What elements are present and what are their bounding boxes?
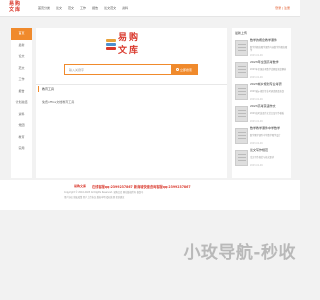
watermark-text: 小玫导航-秒收 [183, 243, 296, 263]
article-title: 2023城乡规划专业考研 [250, 82, 282, 86]
article-desc: 2023城乡规划专业考研真题及答案 [250, 90, 285, 93]
article-title: 2023年全国高考数学 [250, 60, 279, 64]
article-title: 2023高考英语作文 [250, 104, 276, 108]
nav-item[interactable]: 范文 [68, 6, 74, 10]
sidebar-item[interactable]: 教育 [11, 132, 32, 144]
article-date: 2023-01-06 [250, 164, 263, 167]
search-input[interactable] [65, 65, 171, 74]
main-nav: 首页分类 论文 范文 工作 报告 论文范文 资料 [38, 6, 128, 10]
search-bar: 立即搜索 [64, 64, 198, 75]
sidebar-item[interactable]: 资料 [11, 109, 32, 121]
nav-item[interactable]: 论文范文 [104, 6, 116, 10]
article-date: 2023-01-06 [250, 120, 263, 123]
document-thumbnail [235, 62, 248, 78]
nav-item[interactable]: 论文 [56, 6, 62, 10]
book-stack-icon [106, 39, 116, 53]
category-sidebar: 首页 最新 论文 范文 工作 报告 计划总结 资料 党团 教育 实用 [11, 28, 32, 178]
search-button-label: 立即搜索 [179, 67, 192, 72]
main-logo: 易购 文库 [106, 33, 156, 59]
article-date: 2023-01-06 [250, 98, 263, 101]
nav-item[interactable]: 工作 [80, 6, 86, 10]
footer-contact: 在线客服qq:2399237867 新商城快速咨询客服qq:2399237867 [92, 185, 191, 189]
article-date: 2023-01-06 [250, 54, 263, 57]
article-desc: 数学的概念教学课件内容数学的概念教学 [250, 46, 288, 52]
sidebar-item[interactable]: 最新 [11, 40, 32, 52]
sidebar-item[interactable]: 党团 [11, 120, 32, 132]
document-thumbnail [235, 40, 248, 56]
section-title: 教育工具 [38, 86, 54, 92]
panel-title: 最新上传 [235, 31, 248, 35]
article-item[interactable]: 2023城乡规划专业考研 2023城乡规划专业考研真题及答案 2023-01-0… [235, 82, 288, 101]
sidebar-item[interactable]: 论文 [11, 51, 32, 63]
footer-links[interactable]: 用户协议 隐私政策 用户上传协议 版权申明 侵权处理 投诉建议 [64, 195, 124, 199]
main-logo-line-2: 文库 [118, 46, 141, 56]
article-item[interactable]: 数学教学课件中学数学 数学教学课件中学数学教学设计 2023-01-06 [235, 126, 288, 145]
sidebar-item-home[interactable]: 首页 [11, 28, 32, 40]
article-desc: 论文写作规范与格式要求 [250, 156, 275, 159]
sidebar-item[interactable]: 实用 [11, 143, 32, 155]
section-text: 免费office文档教育工具 [42, 100, 75, 104]
main-content: 易购 文库 立即搜索 教育工具 免费office文档教育工具 [36, 28, 227, 178]
divider [36, 84, 227, 85]
article-item[interactable]: 论文写作规范 论文写作规范与格式要求 2023-01-06 [235, 148, 288, 167]
article-item[interactable]: 2023高考英语作文 2023高考英语作文范文及写作模板 2023-01-06 [235, 104, 288, 123]
footer-copyright: Copyright © 2016-2023 All Rights Reserve… [64, 191, 144, 194]
article-desc: 2023年全国高考数学试题及答案解析 [250, 68, 287, 71]
nav-item[interactable]: 资料 [122, 6, 128, 10]
document-thumbnail [235, 128, 248, 144]
footer-logo: 易购文库 [74, 184, 87, 188]
search-button[interactable]: 立即搜索 [171, 65, 197, 74]
latest-uploads-panel: 最新上传 数学的概念教学课件 数学的概念教学课件内容数学的概念教学 2023-0… [232, 28, 291, 178]
nav-item[interactable]: 报告 [92, 6, 98, 10]
article-item[interactable]: 数学的概念教学课件 数学的概念教学课件内容数学的概念教学 2023-01-06 [235, 38, 288, 57]
login-register-link[interactable]: 登录 | 注册 [275, 6, 290, 10]
article-date: 2023-01-06 [250, 142, 263, 145]
article-title: 数学教学课件中学数学 [250, 126, 281, 130]
search-icon [175, 68, 179, 71]
top-bar: 易购 文库 首页分类 论文 范文 工作 报告 论文范文 资料 登录 | 注册 [0, 0, 300, 17]
document-thumbnail [235, 84, 248, 100]
article-date: 2023-01-06 [250, 76, 263, 79]
main-logo-line-1: 易购 [118, 33, 141, 43]
article-desc: 2023高考英语作文范文及写作模板 [250, 112, 285, 115]
article-item[interactable]: 2023年全国高考数学 2023年全国高考数学试题及答案解析 2023-01-0… [235, 60, 288, 79]
nav-item[interactable]: 首页分类 [38, 6, 50, 10]
article-title: 论文写作规范 [250, 148, 269, 152]
sidebar-item[interactable]: 报告 [11, 86, 32, 98]
site-footer: 易购文库 在线客服qq:2399237867 新商城快速咨询客服qq:23992… [0, 180, 300, 210]
logo-line-2: 文库 [9, 7, 22, 13]
document-thumbnail [235, 106, 248, 122]
article-title: 数学的概念教学课件 [250, 38, 278, 42]
article-desc: 数学教学课件中学数学教学设计 [250, 134, 281, 137]
sidebar-item[interactable]: 工作 [11, 74, 32, 86]
site-logo[interactable]: 易购 文库 [9, 2, 33, 15]
document-thumbnail [235, 150, 248, 166]
sidebar-item[interactable]: 范文 [11, 63, 32, 75]
sidebar-item[interactable]: 计划总结 [11, 97, 32, 109]
